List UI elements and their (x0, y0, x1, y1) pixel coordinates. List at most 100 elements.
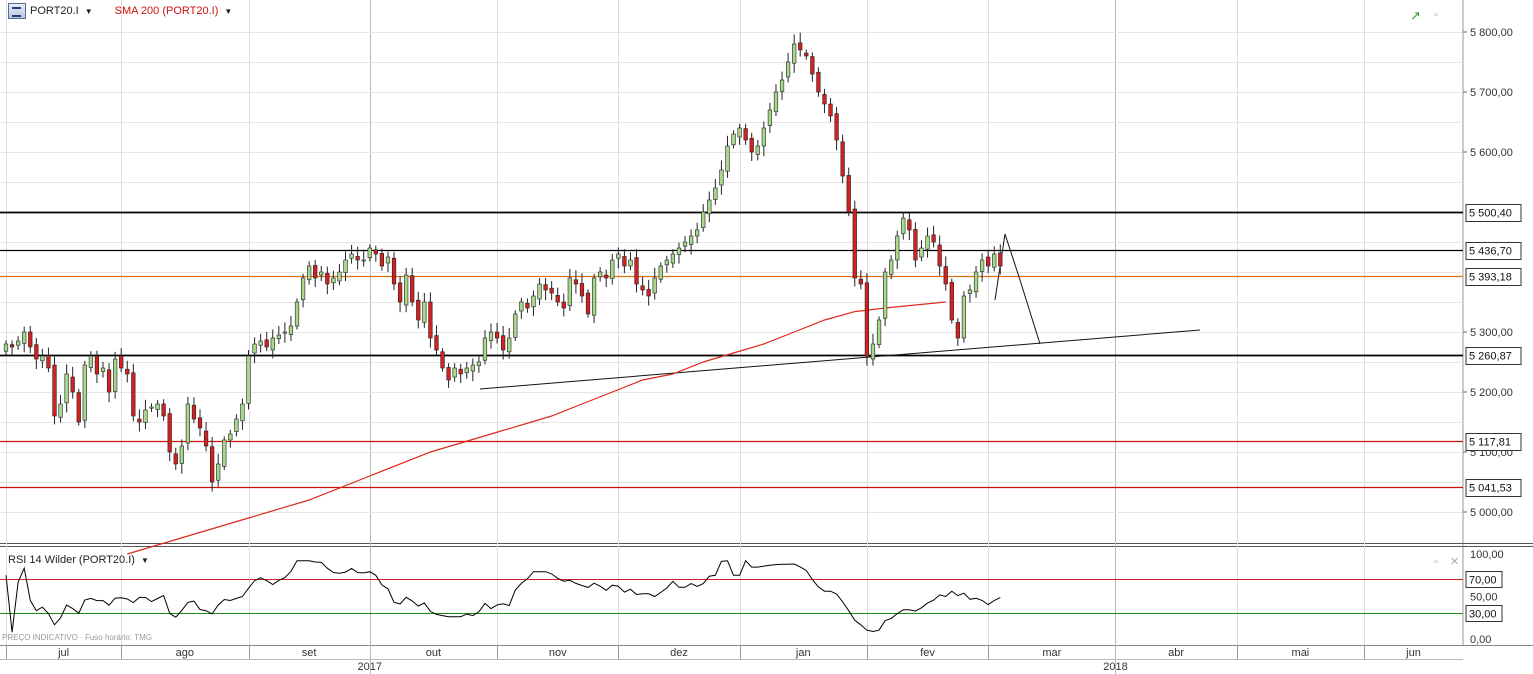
price-chart-canvas[interactable]: 5 000,005 100,005 200,005 300,005 600,00… (0, 0, 1533, 674)
candle-up (725, 145, 730, 172)
candle-down (210, 446, 215, 483)
candle-up (319, 271, 324, 276)
candle-up (707, 199, 712, 215)
candle-up (476, 361, 482, 366)
rsi-indicator-label[interactable]: RSI 14 Wilder (PORT20.I) (8, 554, 135, 566)
candle-up (652, 277, 657, 294)
trend-up-icon[interactable]: ↗ (1410, 8, 1421, 24)
window-icon[interactable]: ▫ (1434, 556, 1438, 568)
candle-up (658, 265, 663, 280)
candle-down (622, 256, 627, 267)
candle-up (792, 43, 797, 64)
year-label: 2018 (1103, 661, 1127, 673)
candle-up (731, 133, 736, 146)
candle-up (519, 301, 524, 312)
candle-down (634, 257, 639, 285)
month-label: ago (176, 647, 194, 659)
candle-up (755, 145, 760, 155)
candle-down (579, 283, 585, 297)
candle-down (434, 335, 439, 351)
rsi-level-label: 30,00 (1469, 609, 1497, 621)
year-label: 2017 (358, 661, 382, 673)
candle-down (76, 392, 81, 423)
rsi-level-label: 70,00 (1469, 575, 1497, 587)
rsi-tick-label: 50,00 (1470, 592, 1498, 604)
candle-down (264, 339, 269, 348)
candle-up (961, 295, 967, 339)
candle-up (240, 403, 245, 422)
candle-down (858, 278, 863, 285)
candle-down (810, 56, 815, 75)
candle-up (876, 319, 882, 345)
candle-down (501, 335, 506, 351)
month-label: mai (1292, 647, 1310, 659)
symbol-label[interactable]: PORT20.I (30, 5, 79, 17)
candle-up (307, 265, 312, 281)
candle-up (343, 259, 348, 273)
candle-up (616, 253, 621, 259)
candle-down (325, 272, 330, 285)
candle-down (555, 295, 560, 303)
month-label: dez (670, 647, 688, 659)
candle-up (252, 343, 257, 354)
candle-up (870, 343, 876, 360)
level-label: 5 117,81 (1469, 437, 1511, 449)
candle-up (270, 337, 275, 351)
candle-up (979, 259, 985, 272)
candle-down (137, 418, 142, 423)
candle-up (3, 343, 9, 352)
candle-up (785, 61, 791, 78)
candle-up (185, 403, 191, 444)
rsi-header: RSI 14 Wilder (PORT20.I) ▼ (8, 554, 149, 566)
candle-down (646, 289, 651, 297)
candle-down (119, 355, 124, 369)
candle-up (889, 259, 894, 275)
chart-window: 5 000,00 5 100,00 5 200,00 5 300,00 5 600,00… (0, 0, 1533, 674)
candle-up (331, 277, 336, 284)
candle-down (525, 302, 530, 309)
candle-down (440, 351, 445, 369)
dropdown-caret-icon[interactable]: ▼ (85, 7, 93, 16)
candle-up (713, 187, 718, 200)
candle-up (628, 259, 633, 267)
candle-up (719, 169, 724, 186)
candle-up (670, 253, 676, 264)
candle-down (125, 368, 130, 375)
candle-up (58, 403, 63, 418)
candle-up (967, 289, 973, 294)
candle-down (543, 284, 548, 291)
candle-up (143, 409, 148, 423)
candle-down (846, 175, 851, 213)
candle-down (834, 113, 839, 141)
candle-up (258, 340, 263, 346)
candle-down (561, 301, 566, 309)
candle-down (106, 369, 112, 393)
candle-down (391, 257, 397, 285)
candle-up (349, 253, 354, 259)
price-tick-label: 5 000,00 (1470, 507, 1513, 519)
level-label: 5 041,53 (1469, 483, 1512, 495)
candle-up (216, 463, 221, 481)
dropdown-caret-icon[interactable]: ▼ (141, 556, 149, 565)
level-label: 5 393,18 (1469, 272, 1512, 284)
candle-down (70, 376, 75, 393)
close-icon[interactable]: ✕ (1450, 555, 1459, 568)
month-label: mar (1042, 647, 1061, 659)
month-label: jun (1405, 647, 1421, 659)
candle-up (179, 445, 184, 464)
candle-down (167, 413, 172, 453)
candle-down (840, 141, 845, 177)
dropdown-caret-icon[interactable]: ▼ (224, 7, 232, 16)
rsi-tick-label: 100,00 (1470, 549, 1504, 561)
candle-down (749, 137, 754, 153)
candle-up (761, 127, 766, 147)
candle-down (131, 372, 136, 417)
window-icon[interactable]: ▫ (1434, 9, 1438, 21)
candle-down (640, 285, 645, 291)
candle-up (488, 331, 494, 341)
sma-indicator-label[interactable]: SMA 200 (PORT20.I) (115, 5, 219, 17)
month-label: abr (1168, 647, 1184, 659)
candle-up (482, 337, 488, 361)
candle-down (373, 249, 378, 255)
level-label: 5 260,87 (1469, 351, 1512, 363)
